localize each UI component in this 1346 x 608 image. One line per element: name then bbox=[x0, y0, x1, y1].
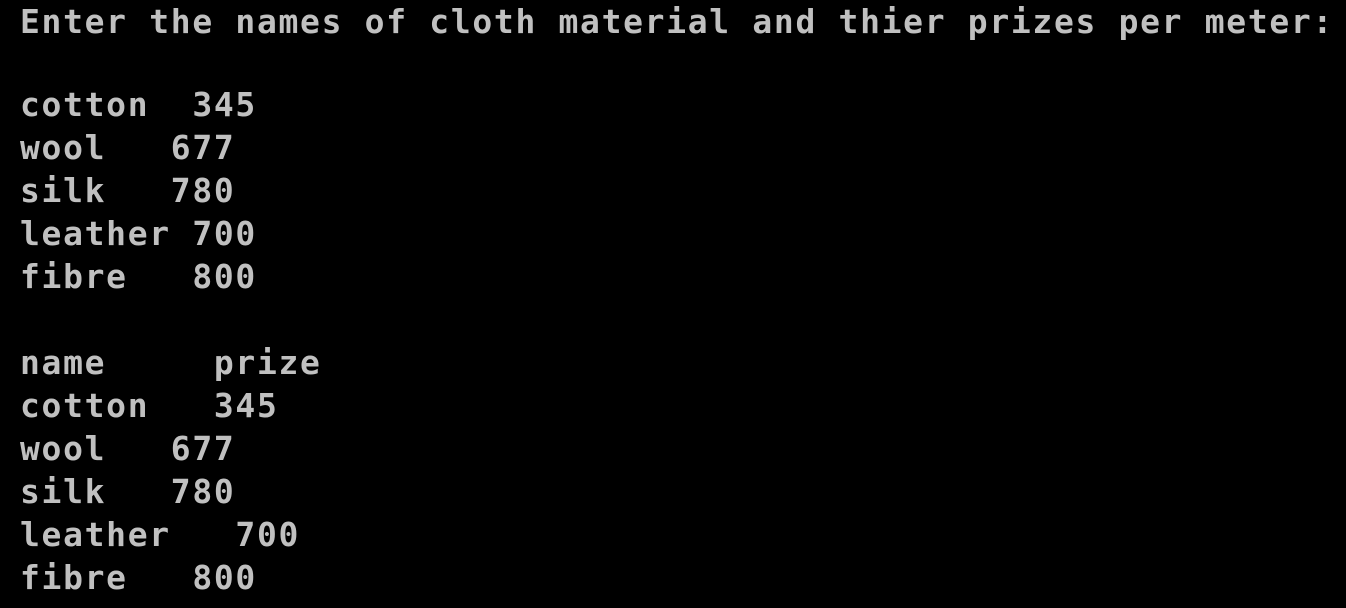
output-row-fibre: fibre 800 bbox=[20, 558, 257, 597]
output-row-wool: wool 677 bbox=[20, 429, 236, 468]
console-window: Enter the names of cloth material and th… bbox=[0, 0, 1346, 608]
input-row-leather: leather 700 bbox=[20, 214, 257, 253]
output-row-silk: silk 780 bbox=[20, 472, 236, 511]
table-header: name prize bbox=[20, 343, 322, 382]
input-row-cotton: cotton 345 bbox=[20, 85, 257, 124]
input-row-fibre: fibre 800 bbox=[20, 257, 257, 296]
output-row-leather: leather 700 bbox=[20, 515, 301, 554]
input-row-wool: wool 677 bbox=[20, 128, 236, 167]
output-row-cotton: cotton 345 bbox=[20, 386, 279, 425]
prompt-line: Enter the names of cloth material and th… bbox=[20, 2, 1334, 41]
input-row-silk: silk 780 bbox=[20, 171, 236, 210]
